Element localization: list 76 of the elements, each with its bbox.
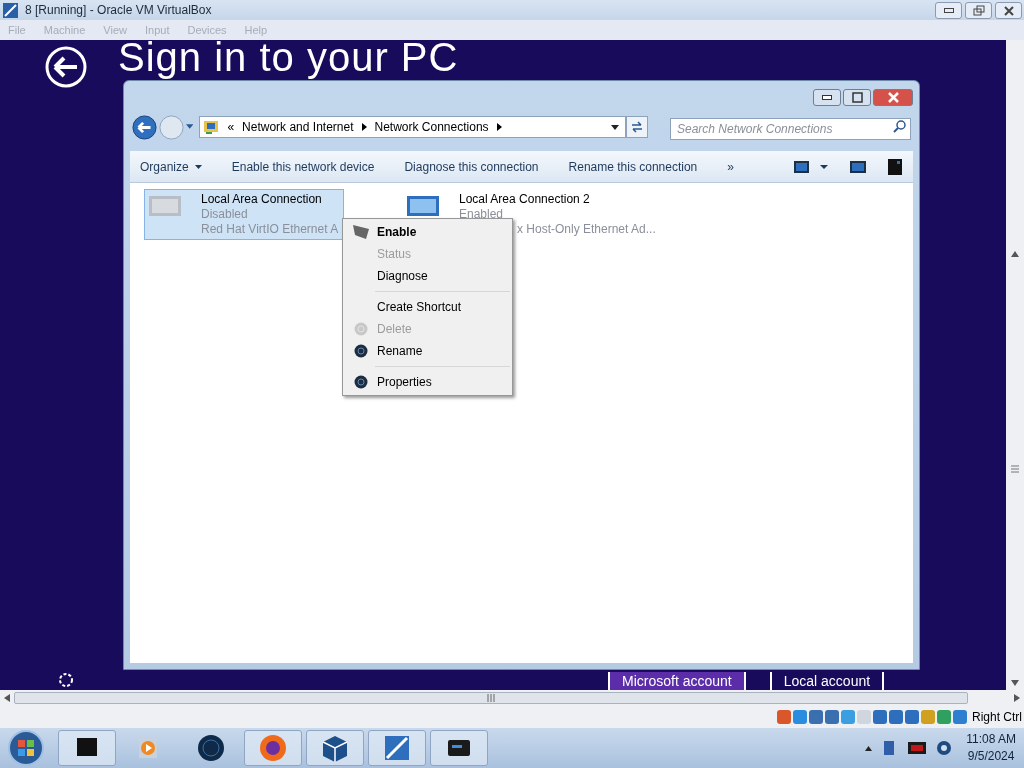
search-field[interactable]: Search Network Connections [670,118,911,140]
dropdown-caret-icon[interactable] [610,124,619,130]
refresh-icon [629,120,644,134]
taskbar-button[interactable] [244,730,302,766]
breadcrumb-arrow-icon[interactable] [361,123,367,131]
minimize-button[interactable] [813,89,841,106]
globe-icon [354,344,368,358]
virtualbox-icon [2,1,19,19]
command-button[interactable]: Enable this network device [231,157,375,176]
horizontal-scrollbar[interactable] [0,690,1024,706]
connection-device: x Host-Only Ethernet Ad... [516,222,656,237]
scroll-left-icon[interactable] [4,694,10,702]
restore-icon [972,4,985,17]
menu-item[interactable]: Properties [345,371,510,393]
globe-icon [354,375,368,389]
breadcrumb[interactable]: Network and Internet [242,118,354,136]
globe-icon [354,322,368,336]
browser-icon [257,732,289,764]
history-caret-icon[interactable] [186,124,194,130]
scroll-down-icon[interactable] [1011,680,1019,686]
clock[interactable]: 11:08 AM 9/5/2024 [966,731,1016,765]
scroll-right-icon[interactable] [1014,694,1020,702]
close-button[interactable] [995,2,1022,19]
window-title: 8 [Running] - Oracle VM VirtualBox [25,2,212,19]
connection-name: Local Area Connection [201,192,323,207]
close-button[interactable] [873,89,913,106]
breadcrumb-chevron[interactable]: « [227,118,235,136]
refresh-button[interactable] [625,116,648,138]
minimize-button[interactable] [935,2,962,19]
search-icon[interactable] [893,120,906,133]
scroll-grip-icon [487,694,495,702]
menu-item[interactable]: Create Shortcut [345,296,510,318]
breadcrumb[interactable]: Network Connections [374,118,489,136]
command-button[interactable]: Organize [140,157,202,176]
back-button[interactable] [132,113,157,141]
show-hidden-icons-icon[interactable] [865,745,873,751]
maximize-button[interactable] [843,89,871,106]
vertical-scrollbar[interactable] [1006,40,1024,690]
help-button[interactable] [888,158,902,175]
host-key-label: Right Ctrl [972,709,1022,726]
clock-time: 11:08 AM [966,731,1016,748]
restore-button[interactable] [965,2,992,19]
scroll-grip-icon[interactable] [1011,464,1019,473]
command-button[interactable]: Diagnose this connection [404,157,539,176]
taskbar-button[interactable] [58,730,116,766]
connection-name: Local Area Connection 2 [459,192,591,207]
maximize-icon [851,92,863,103]
scroll-thumb[interactable] [14,692,968,704]
globe-tray-icon[interactable] [936,740,953,756]
breadcrumb-arrow-icon[interactable] [496,123,502,131]
connection-device: Red Hat VirtIO Ethernet A [201,222,339,237]
clock-date: 9/5/2024 [967,748,1015,765]
preview-pane-button[interactable] [850,160,866,173]
scroll-up-icon[interactable] [1011,251,1019,258]
close-icon [887,92,899,103]
close-icon [1002,4,1015,17]
menu-item[interactable]: Rename [345,340,510,362]
command-button[interactable]: » [727,157,734,176]
network-folder-icon [203,119,220,135]
caret-icon [194,164,202,169]
account-tab[interactable]: Microsoft account [608,672,746,690]
page-heading: Sign in to your PC [118,40,459,77]
menu-item[interactable]: Diagnose [345,265,510,287]
monitor-tray-icon[interactable] [908,741,927,755]
address-bar[interactable]: « Network and Internet Network Connections [199,116,626,138]
menu-item[interactable]: Enable [345,221,510,243]
start-button[interactable] [6,729,46,767]
globe-icon [195,732,227,764]
connection-status: Disabled [201,207,249,222]
minimize-icon [822,95,832,100]
command-button[interactable]: Rename this connection [568,157,698,176]
minimize-icon [943,8,954,13]
taskbar-button[interactable] [430,730,488,766]
taskbar-button[interactable] [306,730,364,766]
view-options-button[interactable] [794,160,828,173]
connection-status: Enabled [459,207,505,222]
